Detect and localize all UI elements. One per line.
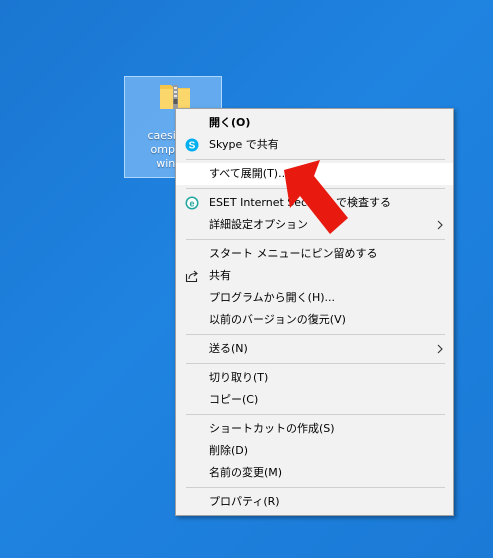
menu-item-open-with[interactable]: プログラムから開く(H)... [176, 287, 453, 309]
menu-item-pin-to-start[interactable]: スタート メニューにピン留めする [176, 243, 453, 265]
menu-item-label: Skype で共有 [209, 138, 279, 151]
menu-item-cut[interactable]: 切り取り(T) [176, 367, 453, 389]
red-pointer-arrow-icon [284, 160, 348, 234]
menu-item-label: プロパティ(R) [209, 495, 280, 508]
menu-item-create-shortcut[interactable]: ショートカットの作成(S) [176, 418, 453, 440]
svg-text:S: S [189, 141, 196, 152]
desktop[interactable]: caesium-i ompress win-se 開く(O) S Skype で… [0, 0, 493, 558]
menu-item-label: ショートカットの作成(S) [209, 422, 335, 435]
eset-icon: e [185, 196, 199, 210]
menu-item-label: コピー(C) [209, 393, 259, 406]
menu-item-label: スタート メニューにピン留めする [209, 247, 378, 260]
menu-item-label: 以前のバージョンの復元(V) [209, 313, 346, 326]
menu-item-label: プログラムから開く(H)... [209, 291, 336, 304]
menu-item-skype-share[interactable]: S Skype で共有 [176, 134, 453, 156]
menu-item-label: 名前の変更(M) [209, 466, 283, 479]
menu-item-label: すべて展開(T)... [209, 167, 289, 180]
menu-item-label: 切り取り(T) [209, 371, 269, 384]
menu-separator [186, 414, 445, 415]
skype-icon: S [185, 138, 199, 152]
chevron-right-icon [437, 220, 443, 230]
menu-item-label: 送る(N) [209, 342, 248, 355]
menu-item-restore-previous-versions[interactable]: 以前のバージョンの復元(V) [176, 309, 453, 331]
svg-text:e: e [189, 198, 194, 208]
share-icon [185, 270, 198, 283]
menu-item-label: 開く(O) [209, 116, 251, 129]
menu-item-share[interactable]: 共有 [176, 265, 453, 287]
menu-item-properties[interactable]: プロパティ(R) [176, 491, 453, 513]
menu-item-rename[interactable]: 名前の変更(M) [176, 462, 453, 484]
menu-item-label: 削除(D) [209, 444, 249, 457]
menu-item-copy[interactable]: コピー(C) [176, 389, 453, 411]
menu-separator [186, 363, 445, 364]
menu-separator [186, 487, 445, 488]
menu-item-label: 共有 [209, 269, 231, 282]
chevron-right-icon [437, 344, 443, 354]
menu-item-delete[interactable]: 削除(D) [176, 440, 453, 462]
zip-folder-icon [160, 85, 190, 109]
menu-item-open[interactable]: 開く(O) [176, 112, 453, 134]
menu-separator [186, 334, 445, 335]
menu-item-send-to[interactable]: 送る(N) [176, 338, 453, 360]
